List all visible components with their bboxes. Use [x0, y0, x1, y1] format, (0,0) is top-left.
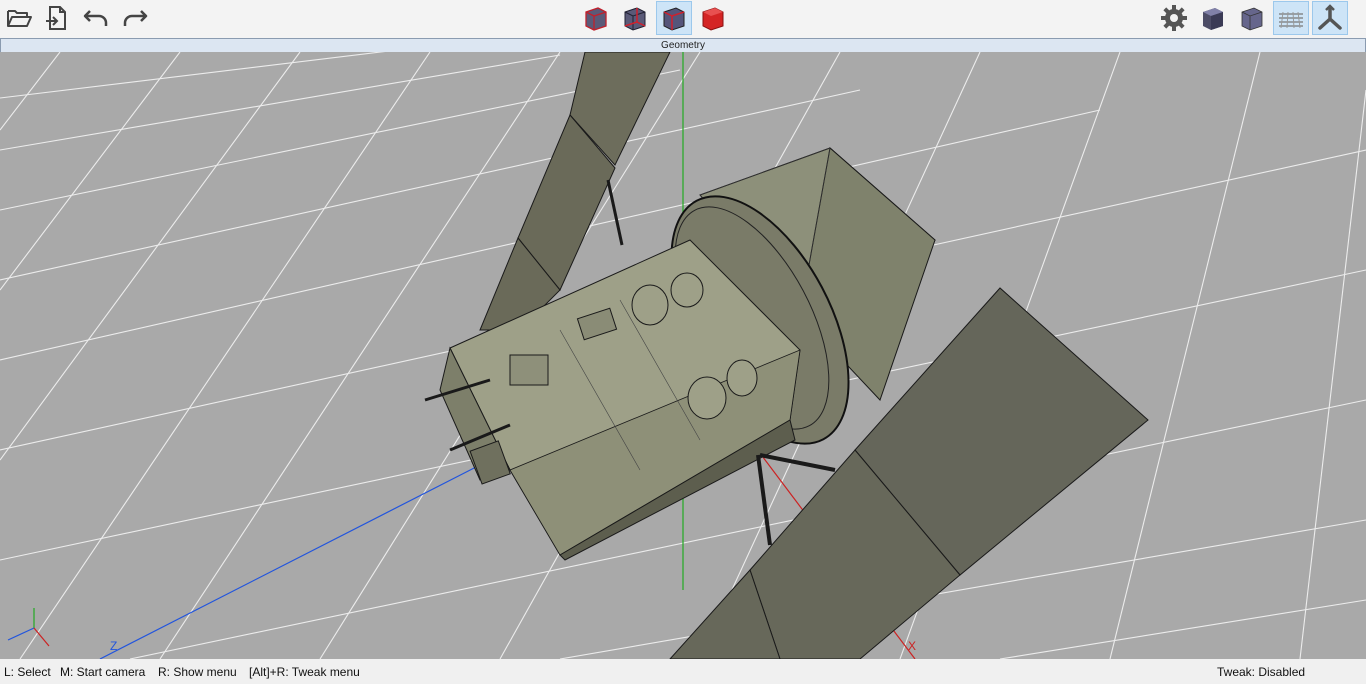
solid-red-cube-icon [702, 7, 724, 31]
redo-button[interactable] [117, 1, 153, 35]
view-red-edges-button[interactable] [617, 1, 653, 35]
toolbar [0, 0, 1366, 38]
axes-button[interactable] [1312, 1, 1348, 35]
orientation-gizmo [7, 608, 50, 647]
wireframe-red-edges-icon [624, 7, 646, 31]
flat-shading-icon [1241, 7, 1263, 31]
status-tweak-menu-hint: [Alt]+R: Tweak menu [249, 665, 360, 679]
undo-icon [83, 10, 108, 26]
undo-button[interactable] [78, 1, 114, 35]
settings-gear-icon [1161, 5, 1187, 31]
ground-grid-icon [1279, 11, 1303, 29]
z-axis-label: Z [110, 639, 117, 653]
ground-grid-button[interactable] [1273, 1, 1309, 35]
import-icon [46, 6, 66, 30]
settings-button[interactable] [1156, 1, 1192, 35]
flat-shading-button[interactable] [1234, 1, 1270, 35]
view-solid-button[interactable] [695, 1, 731, 35]
status-menu-hint: R: Show menu [158, 665, 237, 679]
wireframe-cube-icon [585, 7, 607, 31]
status-camera-hint: M: Start camera [60, 665, 146, 679]
view-shaded-wireframe-button[interactable] [656, 1, 692, 35]
shaded-wireframe-cube-icon [663, 7, 685, 31]
geometry-panel-title: Geometry [0, 38, 1366, 53]
import-button[interactable] [39, 1, 75, 35]
status-tweak-state: Tweak: Disabled [1217, 665, 1306, 679]
3d-viewport[interactable]: X Z [0, 52, 1366, 659]
satellite-model[interactable] [424, 52, 1149, 659]
open-folder-button[interactable] [1, 1, 37, 35]
axes-icon [1318, 4, 1342, 30]
smooth-shading-icon [1203, 8, 1223, 30]
smooth-shading-button[interactable] [1195, 1, 1231, 35]
z-axis-line [99, 464, 481, 659]
status-bar: L: Select M: Start camera R: Show menu [… [0, 659, 1366, 684]
redo-icon [123, 10, 148, 26]
x-axis-label: X [908, 639, 916, 653]
view-wireframe-button[interactable] [578, 1, 614, 35]
status-select-hint: L: Select [4, 665, 51, 679]
open-folder-icon [7, 10, 32, 27]
scene-canvas[interactable]: X Z [0, 52, 1366, 659]
